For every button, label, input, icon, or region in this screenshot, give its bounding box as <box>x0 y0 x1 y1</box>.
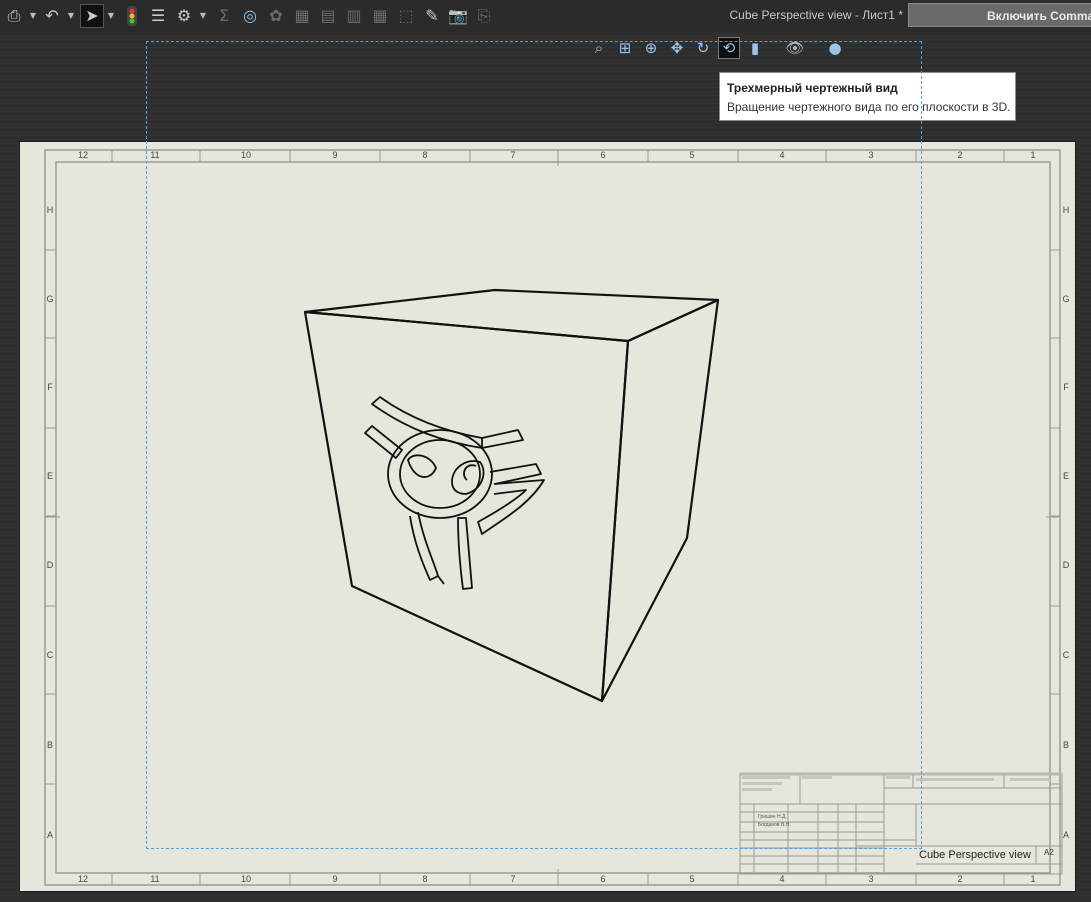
pan-icon[interactable]: ✥ <box>666 37 688 59</box>
zone-column-label-bottom: 10 <box>240 874 252 884</box>
pen-icon[interactable]: ✎ <box>420 4 444 28</box>
tooltip-description: Вращение чертежного вида по его плоскост… <box>727 100 1011 114</box>
camera-icon[interactable]: 📷 <box>446 4 470 28</box>
zone-column-label-bottom: 4 <box>779 874 785 884</box>
zone-column-label-bottom: 3 <box>868 874 874 884</box>
zone-column-label-top: 3 <box>868 150 874 160</box>
sum-icon[interactable]: Σ <box>212 4 236 28</box>
table-icon[interactable]: ▦ <box>368 4 392 28</box>
zone-row-label-left: D <box>46 560 54 570</box>
chevron-down-icon[interactable]: ▼ <box>198 4 208 28</box>
zone-column-label-top: 4 <box>779 150 785 160</box>
zone-column-label-bottom: 2 <box>957 874 963 884</box>
table-icon[interactable]: ▥ <box>342 4 366 28</box>
zone-column-label-top: 2 <box>957 150 963 160</box>
drawing-title: Cube Perspective view <box>919 849 1031 861</box>
hide-show-icon[interactable]: 👁 <box>784 37 806 59</box>
zone-column-label-top: 12 <box>77 150 89 160</box>
undo-icon[interactable]: ↶ <box>40 4 64 28</box>
zone-column-label-top: 7 <box>510 150 516 160</box>
zone-column-label-bottom: 7 <box>510 874 516 884</box>
zone-row-label-right: A <box>1062 830 1070 840</box>
drawing-sheet[interactable]: Гришин Н.Д. Богданов В.Н. Cube Perspecti… <box>20 142 1075 891</box>
select-cursor-icon[interactable]: ➤ <box>80 4 104 28</box>
appearance-icon[interactable]: ● <box>824 37 846 59</box>
zone-row-label-right: H <box>1062 205 1070 215</box>
zone-column-label-top: 8 <box>422 150 428 160</box>
export-icon[interactable]: ⎘ <box>472 4 496 28</box>
zone-row-label-left: H <box>46 205 54 215</box>
zone-row-label-right: E <box>1062 471 1070 481</box>
zone-row-label-right: C <box>1062 650 1070 660</box>
title-block-drawn-by: Гришин Н.Д. <box>758 814 787 820</box>
table-icon[interactable]: ▦ <box>290 4 314 28</box>
smart-dimension-icon[interactable]: ◎ <box>238 4 262 28</box>
component-icon[interactable]: ⬚ <box>394 4 418 28</box>
zone-column-label-top: 10 <box>240 150 252 160</box>
zone-column-label-bottom: 8 <box>422 874 428 884</box>
rotate-icon[interactable]: ↻ <box>692 37 714 59</box>
properties-icon[interactable]: ☰ <box>146 4 170 28</box>
zone-column-label-bottom: 11 <box>150 874 160 884</box>
chevron-down-icon[interactable]: ▼ <box>28 4 38 28</box>
zone-column-label-bottom: 1 <box>1030 874 1036 884</box>
zone-row-label-left: G <box>46 294 54 304</box>
zone-row-label-left: B <box>46 740 54 750</box>
zone-column-label-bottom: 12 <box>77 874 89 884</box>
zone-column-label-top: 5 <box>689 150 695 160</box>
zone-row-label-left: E <box>46 471 54 481</box>
sheet-graphics <box>44 149 1063 886</box>
zone-column-label-top: 11 <box>150 150 160 160</box>
zone-column-label-top: 6 <box>600 150 606 160</box>
traffic-light-icon[interactable] <box>120 4 144 28</box>
zone-row-label-right: B <box>1062 740 1070 750</box>
tooltip: Трехмерный чертежный вид Вращение чертеж… <box>719 72 1016 121</box>
sheet-size: A2 <box>1044 848 1054 857</box>
table-icon[interactable]: ▤ <box>316 4 340 28</box>
title-block-checked-by: Богданов В.Н. <box>758 822 791 828</box>
zone-column-label-bottom: 5 <box>689 874 695 884</box>
zone-row-label-left: F <box>47 382 53 392</box>
heads-up-view-toolbar: ⌕ ⊞ ⊕ ✥ ↻ ⟲ ▮ 👁 ● <box>588 36 858 62</box>
print-icon[interactable]: ⎙ <box>2 4 26 28</box>
command-search-input[interactable]: Включить Comma <box>908 3 1091 27</box>
zone-row-label-right: G <box>1062 294 1070 304</box>
zoom-to-fit-icon[interactable]: ⌕ <box>588 37 610 59</box>
chevron-down-icon[interactable]: ▼ <box>106 4 116 28</box>
settings-icon[interactable]: ⚙ <box>172 4 196 28</box>
zone-column-label-bottom: 6 <box>600 874 606 884</box>
zone-row-label-left: A <box>46 830 54 840</box>
cube-perspective-view[interactable] <box>303 288 720 703</box>
zone-row-label-right: F <box>1063 382 1069 392</box>
zone-row-label-left: C <box>46 650 54 660</box>
3d-drawing-view-icon[interactable]: ⟲ <box>718 37 740 59</box>
zone-row-label-right: D <box>1062 560 1070 570</box>
balloon-icon[interactable]: ✿ <box>264 4 288 28</box>
document-title: Cube Perspective view - Лист1 * <box>729 8 903 22</box>
display-style-icon[interactable]: ▮ <box>744 37 766 59</box>
chevron-down-icon[interactable]: ▼ <box>66 4 76 28</box>
zoom-window-icon[interactable]: ⊞ <box>614 37 636 59</box>
zoom-in-out-icon[interactable]: ⊕ <box>640 37 662 59</box>
main-toolbar: ⎙ ▼ ↶ ▼ ➤ ▼ ☰ ⚙ ▼ Σ ◎ ✿ ▦ ▤ ▥ ▦ ⬚ ✎ 📷 ⎘ … <box>0 0 1091 33</box>
zone-column-label-bottom: 9 <box>332 874 338 884</box>
zone-column-label-top: 1 <box>1030 150 1036 160</box>
zone-column-label-top: 9 <box>332 150 338 160</box>
tooltip-title: Трехмерный чертежный вид <box>727 81 898 95</box>
